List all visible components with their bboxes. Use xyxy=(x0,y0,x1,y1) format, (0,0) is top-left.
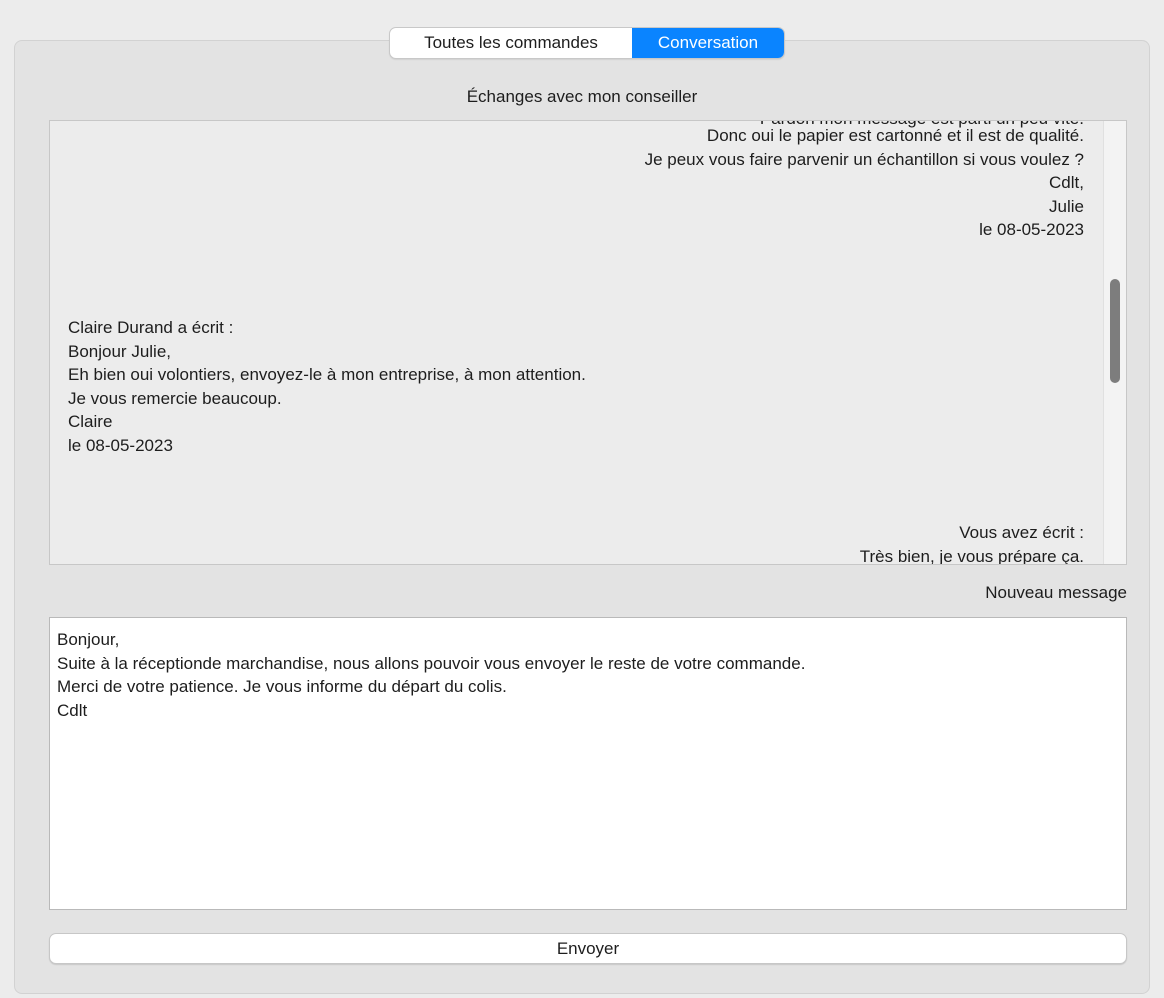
scrollbar-track[interactable] xyxy=(1103,121,1126,564)
conversation-history[interactable]: Pardon mon message est parti un peu vite… xyxy=(49,120,1127,565)
scrollbar-thumb[interactable] xyxy=(1110,279,1120,383)
tab-conversation[interactable]: Conversation xyxy=(632,28,784,58)
message-client: Claire Durand a écrit : Bonjour Julie, E… xyxy=(68,318,586,455)
send-button[interactable]: Envoyer xyxy=(49,933,1127,964)
conversation-title: Échanges avec mon conseiller xyxy=(466,87,698,106)
view-switcher: Toutes les commandes Conversation xyxy=(389,27,785,59)
new-message-label: Nouveau message xyxy=(985,583,1127,602)
new-message-field[interactable]: Bonjour, Suite à la réceptionde marchand… xyxy=(49,617,1127,910)
tab-all-orders[interactable]: Toutes les commandes xyxy=(390,28,632,58)
message-advisor: Donc oui le papier est cartonné et il es… xyxy=(644,126,1084,239)
message-self: Vous avez écrit : Très bien, je vous pré… xyxy=(859,523,1084,565)
